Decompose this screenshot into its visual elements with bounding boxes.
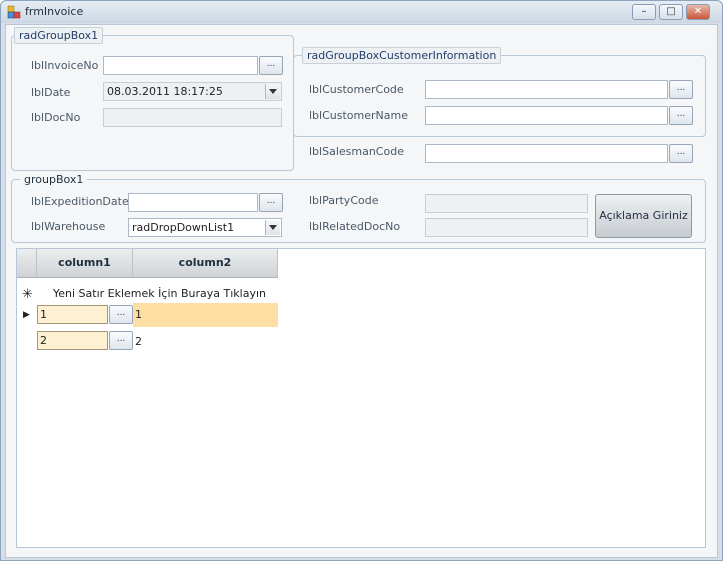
chevron-down-icon[interactable]: [265, 84, 280, 99]
related-doc-no-label: lblRelatedDocNo: [309, 220, 401, 233]
warehouse-label: lblWarehouse: [31, 220, 106, 233]
header-group-title: radGroupBox1: [14, 27, 104, 44]
row1-column1-lookup-button[interactable]: ...: [109, 305, 133, 324]
invoice-no-input[interactable]: [103, 56, 258, 75]
column1-header[interactable]: column1: [37, 249, 133, 278]
salesman-code-input[interactable]: [425, 144, 668, 163]
column2-header[interactable]: column2: [133, 249, 278, 278]
row2-column2-cell[interactable]: 2: [135, 335, 142, 348]
details-group-title: groupBox1: [20, 172, 88, 187]
customer-name-lookup-button[interactable]: ...: [669, 106, 693, 125]
expedition-date-label: lblExpeditionDate: [31, 195, 129, 208]
row2-column1-editor[interactable]: 2: [37, 331, 108, 350]
new-row-icon: ✳: [22, 287, 33, 302]
related-doc-no-input[interactable]: [425, 218, 588, 237]
chevron-down-icon[interactable]: [265, 220, 280, 235]
expedition-date-lookup-button[interactable]: ...: [259, 193, 283, 212]
new-row-hint[interactable]: Yeni Satır Eklemek İçin Buraya Tıklayın: [53, 287, 266, 300]
window-title: frmInvoice: [25, 5, 84, 18]
customer-name-label: lblCustomerName: [309, 109, 408, 122]
invoice-window: frmInvoice – □ ✕ radGroupBox1 lblInvoice…: [0, 0, 723, 561]
salesman-code-label: lblSalesmanCode: [309, 145, 404, 158]
current-row-indicator-icon: ▶: [23, 310, 30, 320]
doc-no-input[interactable]: [103, 108, 282, 127]
salesman-code-lookup-button[interactable]: ...: [669, 144, 693, 163]
close-button[interactable]: ✕: [686, 4, 710, 20]
party-code-label: lblPartyCode: [309, 194, 379, 207]
invoice-no-label: lblInvoiceNo: [31, 59, 99, 72]
form-client-area: radGroupBox1 lblInvoiceNo ... lblDate 08…: [5, 24, 718, 558]
row-header-corner: [17, 249, 37, 278]
app-icon: [7, 5, 21, 19]
maximize-button[interactable]: □: [659, 4, 683, 20]
customer-name-input[interactable]: [425, 106, 668, 125]
date-label: lblDate: [31, 86, 71, 99]
date-value: 08.03.2011 18:17:25: [107, 85, 223, 98]
customer-info-group-title: radGroupBoxCustomerInformation: [302, 47, 502, 64]
row1-column1-editor[interactable]: 1: [37, 305, 108, 324]
invoice-no-lookup-button[interactable]: ...: [259, 56, 283, 75]
expedition-date-input[interactable]: [128, 193, 258, 212]
customer-code-label: lblCustomerCode: [309, 83, 404, 96]
row1-column2-cell[interactable]: 1: [133, 303, 278, 327]
row2-column1-lookup-button[interactable]: ...: [109, 331, 133, 350]
doc-no-label: lblDocNo: [31, 111, 81, 124]
title-bar[interactable]: frmInvoice – □ ✕: [1, 1, 722, 23]
customer-code-input[interactable]: [425, 80, 668, 99]
invoice-lines-grid[interactable]: column1 column2 ✳ Yeni Satır Eklemek İçi…: [16, 248, 706, 548]
enter-description-button[interactable]: Açıklama Giriniz: [595, 194, 692, 238]
party-code-input[interactable]: [425, 194, 588, 213]
warehouse-value: radDropDownList1: [132, 221, 235, 234]
date-picker[interactable]: 08.03.2011 18:17:25: [103, 82, 282, 101]
customer-code-lookup-button[interactable]: ...: [669, 80, 693, 99]
warehouse-dropdown[interactable]: radDropDownList1: [128, 218, 282, 237]
minimize-button[interactable]: –: [632, 4, 656, 20]
